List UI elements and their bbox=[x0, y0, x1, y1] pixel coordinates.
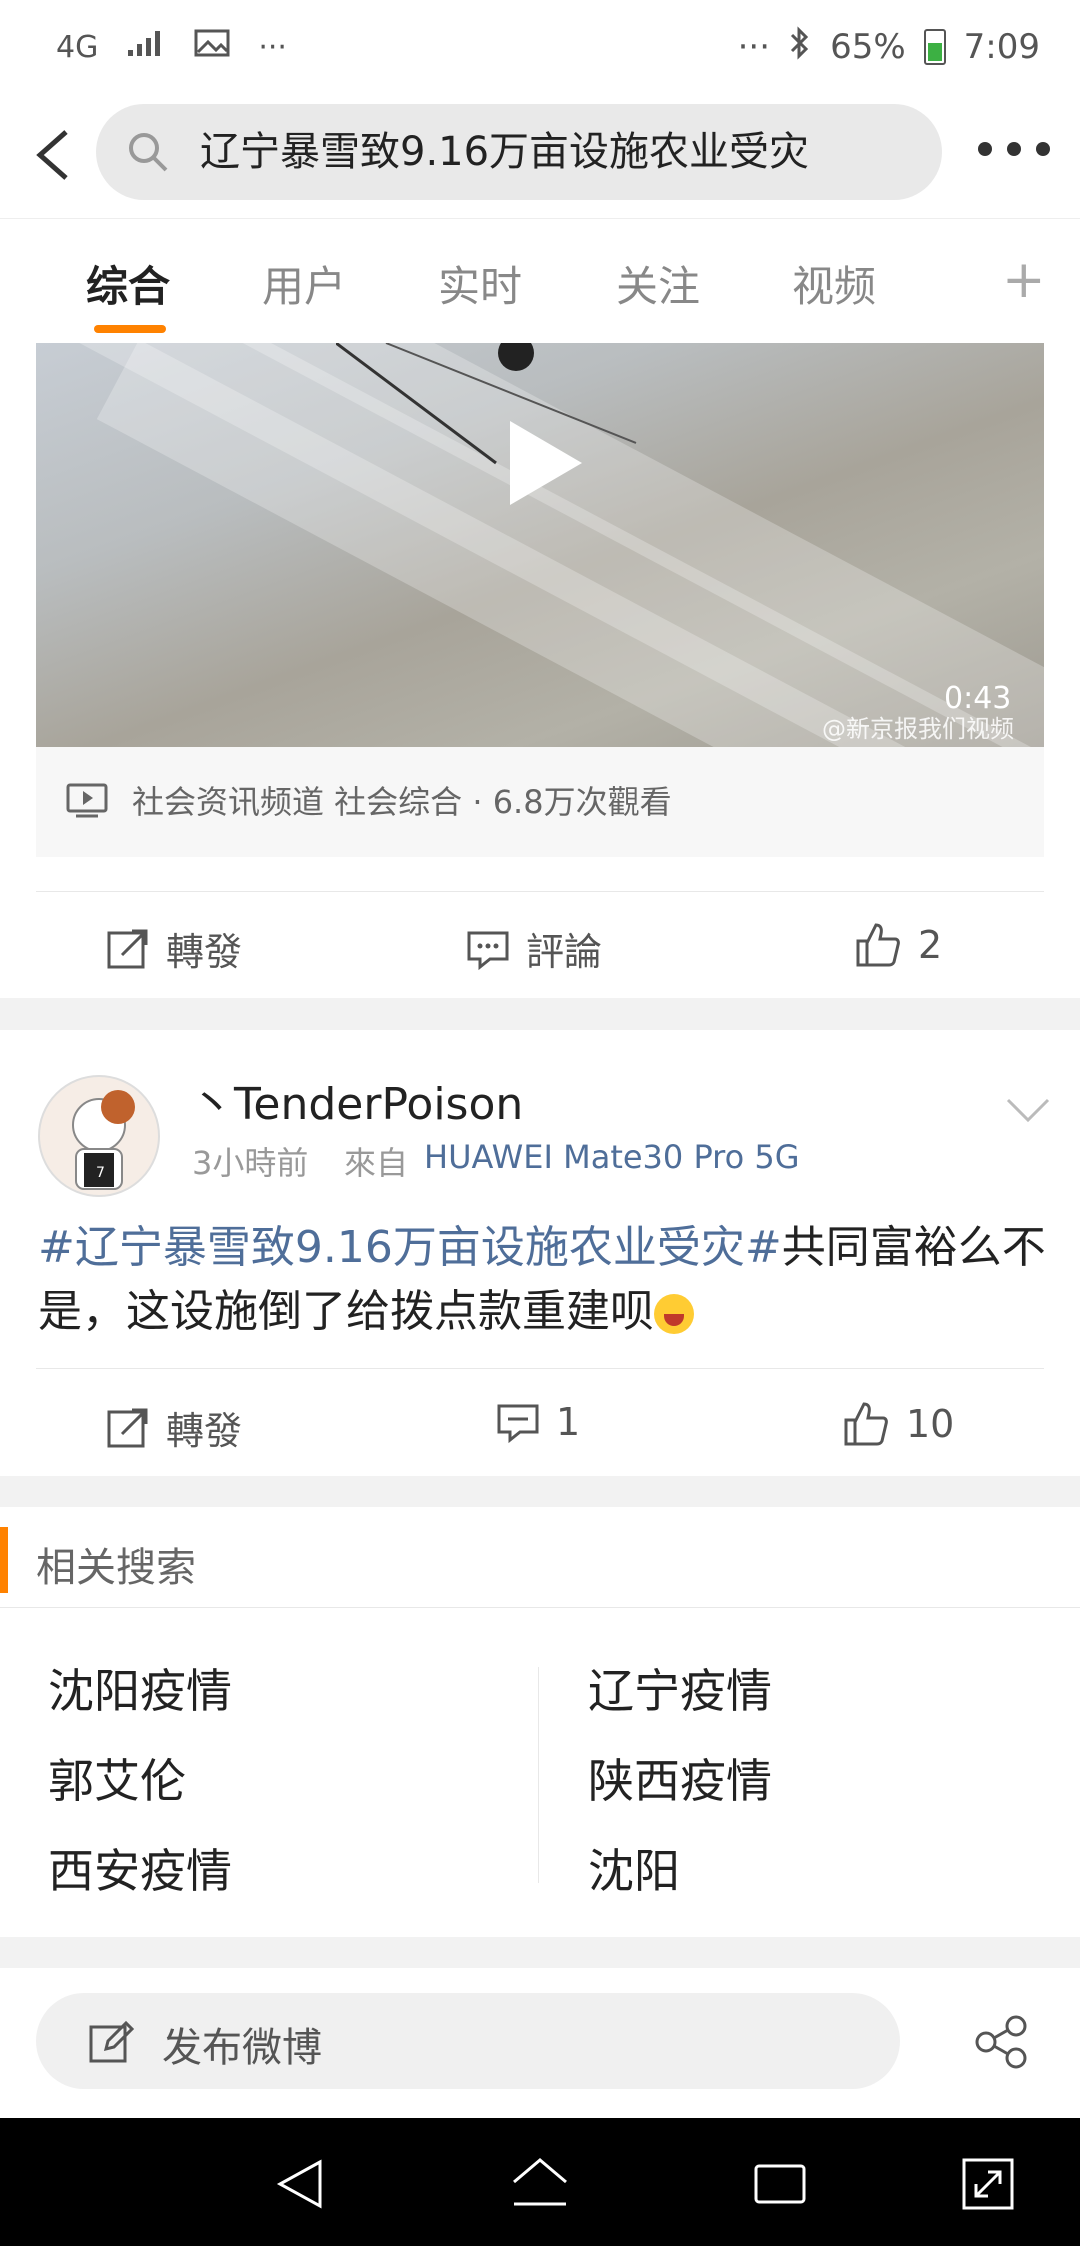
related-item[interactable]: 沈阳疫情 bbox=[48, 1655, 232, 1721]
repost-button[interactable]: 轉發 bbox=[106, 1400, 242, 1455]
tab-comprehensive[interactable]: 综合 bbox=[86, 253, 170, 314]
section-accent-bar bbox=[0, 1527, 8, 1593]
more-notifications-icon: ··· bbox=[258, 29, 287, 65]
related-title: 相关搜索 bbox=[36, 1545, 196, 1591]
related-item[interactable]: 辽宁疫情 bbox=[588, 1655, 772, 1721]
nav-recents-icon[interactable] bbox=[750, 2154, 810, 2214]
status-bar: 4G ··· ··· 65% 7:09 bbox=[0, 0, 1080, 92]
post-source-prefix: 來自 bbox=[344, 1144, 409, 1182]
nav-expand-icon[interactable] bbox=[958, 2154, 1018, 2214]
add-tab-icon[interactable]: + bbox=[1002, 254, 1046, 306]
thumbs-up-icon bbox=[844, 1402, 888, 1446]
video-meta[interactable]: 社会资讯频道 社会综合 · 6.8万次觀看 bbox=[36, 747, 1044, 857]
related-item[interactable]: 陕西疫情 bbox=[588, 1745, 772, 1811]
bluetooth-icon bbox=[788, 25, 812, 69]
battery-icon bbox=[923, 29, 946, 65]
more-options-icon[interactable] bbox=[978, 142, 1050, 158]
tab-video[interactable]: 视频 bbox=[792, 253, 876, 314]
repost-label: 轉發 bbox=[166, 1409, 243, 1453]
share-icon[interactable] bbox=[972, 2014, 1032, 2070]
divider bbox=[0, 1607, 1080, 1608]
search-query: 辽宁暴雪致9.16万亩设施农业受灾 bbox=[200, 129, 810, 175]
signal-icon bbox=[126, 28, 166, 66]
compose-label: 发布微博 bbox=[162, 2025, 322, 2071]
status-left: 4G ··· bbox=[56, 22, 287, 72]
search-icon bbox=[126, 130, 170, 174]
comment-count: 1 bbox=[556, 1400, 581, 1444]
video-meta-text: 社会资讯频道 社会综合 · 6.8万次觀看 bbox=[132, 783, 672, 821]
laughing-emoji-icon bbox=[654, 1294, 694, 1334]
compose-bar: 发布微博 bbox=[0, 1968, 1080, 2118]
battery-percent: 65% bbox=[830, 27, 906, 67]
video-player[interactable]: 0:43 @新京报我们视频 bbox=[36, 343, 1044, 747]
video-channel-icon bbox=[66, 783, 108, 819]
username[interactable]: 丶TenderPoison bbox=[190, 1068, 523, 1132]
tab-following[interactable]: 关注 bbox=[616, 253, 700, 314]
tab-bar: 综合 用户 实时 关注 视频 + bbox=[0, 218, 1080, 344]
related-item[interactable]: 郭艾伦 bbox=[48, 1745, 186, 1811]
repost-button[interactable]: 轉發 bbox=[106, 921, 242, 976]
search-input[interactable]: 辽宁暴雪致9.16万亩设施农业受灾 bbox=[96, 104, 942, 200]
edit-icon bbox=[88, 2019, 135, 2065]
tab-realtime[interactable]: 实时 bbox=[438, 253, 522, 314]
play-icon[interactable] bbox=[510, 421, 582, 505]
post-device[interactable]: HUAWEI Mate30 Pro 5G bbox=[424, 1138, 800, 1176]
chevron-down-icon[interactable] bbox=[1006, 1092, 1050, 1128]
like-button[interactable]: 2 bbox=[854, 921, 942, 969]
like-button[interactable]: 10 bbox=[842, 1400, 954, 1448]
weibo-post-card: 7 丶TenderPoison 3小時前 來自 HUAWEI Mate30 Pr… bbox=[0, 1030, 1080, 1476]
related-item[interactable]: 西安疫情 bbox=[48, 1835, 232, 1901]
status-right: ··· 65% 7:09 bbox=[738, 22, 1040, 72]
post-time: 3小時前 bbox=[192, 1144, 309, 1182]
post-hashtag[interactable]: #辽宁暴雪致9.16万亩设施农业受灾# bbox=[38, 1222, 782, 1273]
image-icon bbox=[194, 28, 230, 66]
divider bbox=[36, 1368, 1044, 1369]
clock: 7:09 bbox=[963, 27, 1040, 67]
like-count: 2 bbox=[918, 923, 943, 967]
comment-button[interactable]: 評論 bbox=[466, 921, 602, 976]
repost-icon bbox=[107, 929, 148, 968]
svg-text:7: 7 bbox=[96, 1165, 105, 1181]
system-nav-bar bbox=[0, 2118, 1080, 2246]
search-header: 辽宁暴雪致9.16万亩设施农业受灾 bbox=[0, 92, 1080, 218]
nav-home-icon[interactable] bbox=[510, 2154, 570, 2214]
compose-button[interactable]: 发布微博 bbox=[36, 1993, 900, 2089]
comment-button[interactable]: 1 bbox=[496, 1400, 580, 1444]
column-divider bbox=[538, 1667, 539, 1883]
related-searches: 相关搜索 沈阳疫情 郭艾伦 西安疫情 辽宁疫情 陕西疫情 沈阳 bbox=[0, 1507, 1080, 1937]
comment-label: 評論 bbox=[526, 930, 603, 974]
network-indicator: 4G bbox=[56, 29, 99, 65]
active-tab-indicator bbox=[94, 325, 166, 333]
repost-icon bbox=[107, 1408, 148, 1447]
comment-icon bbox=[467, 931, 509, 970]
post-content: #辽宁暴雪致9.16万亩设施农业受灾#共同富裕么不是，这设施倒了给拨点款重建呗 bbox=[38, 1216, 1048, 1344]
video-post-card: 0:43 @新京报我们视频 社会资讯频道 社会综合 · 6.8万次觀看 轉發 評… bbox=[0, 343, 1080, 998]
thumbs-up-icon bbox=[856, 923, 900, 967]
nav-back-icon[interactable] bbox=[270, 2154, 330, 2214]
related-item[interactable]: 沈阳 bbox=[588, 1835, 680, 1901]
divider bbox=[36, 891, 1044, 892]
repost-label: 轉發 bbox=[166, 930, 243, 974]
more-status-icon: ··· bbox=[737, 27, 771, 67]
avatar[interactable]: 7 bbox=[38, 1075, 160, 1197]
video-watermark: @新京报我们视频 bbox=[822, 715, 1014, 743]
like-count: 10 bbox=[906, 1402, 955, 1446]
back-icon[interactable] bbox=[22, 120, 92, 190]
tab-users[interactable]: 用户 bbox=[262, 253, 346, 314]
comment-icon bbox=[497, 1404, 539, 1444]
